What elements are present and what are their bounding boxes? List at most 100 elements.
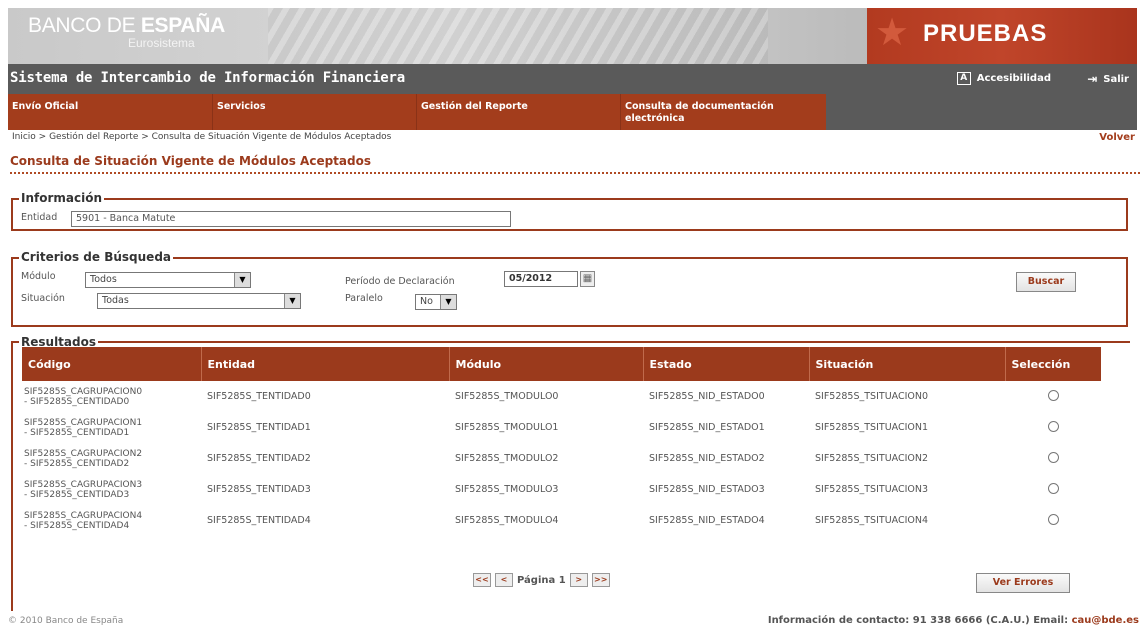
chevron-down-icon: ▼ — [440, 295, 456, 309]
title-bar: Sistema de Intercambio de Información Fi… — [8, 64, 1137, 94]
cell-situacion: SIF5285S_TSITUACION1 — [815, 422, 929, 433]
nav-divider — [416, 94, 417, 130]
modulo-label: Módulo — [21, 271, 56, 282]
periodo-label: Período de Declaración — [345, 276, 455, 287]
cell-modulo: SIF5285S_TMODULO2 — [455, 453, 559, 464]
top-banner: BANCO DE ESPAÑA Eurosistema ★ PRUEBAS — [8, 8, 1137, 64]
codigo-line1: SIF5285S_CAGRUPACION4 — [24, 510, 143, 521]
informacion-panel: Información Entidad 5901 - Banca Matute — [11, 191, 1128, 231]
table-row: SIF5285S_CAGRUPACION1- SIF5285S_CENTIDAD… — [22, 412, 1101, 443]
column-header-estado[interactable]: Estado — [643, 347, 810, 381]
entidad-field: 5901 - Banca Matute — [71, 211, 511, 227]
periodo-field[interactable]: 05/2012 — [504, 271, 578, 287]
row-select-radio[interactable] — [1047, 482, 1059, 494]
cell-modulo: SIF5285S_TMODULO0 — [455, 391, 559, 402]
row-select-radio[interactable] — [1047, 451, 1059, 463]
prev-page-button[interactable]: < — [495, 573, 513, 587]
column-header-modulo[interactable]: Módulo — [449, 347, 644, 381]
banco-espana-logo: BANCO DE ESPAÑA Eurosistema — [28, 14, 225, 50]
first-page-button[interactable]: << — [473, 573, 491, 587]
row-select-radio[interactable] — [1047, 513, 1059, 525]
accessibility-link[interactable]: A Accesibilidad — [956, 72, 1051, 85]
cell-entidad: SIF5285S_TENTIDAD0 — [207, 391, 311, 402]
nav-divider — [212, 94, 213, 130]
row-select-radio[interactable] — [1047, 389, 1059, 401]
cell-situacion: SIF5285S_TSITUACION4 — [815, 515, 929, 526]
nav-item-consulta-documentacion[interactable]: Consulta de documentación electrónica — [625, 101, 815, 125]
column-header-codigo[interactable]: Código — [22, 347, 202, 381]
modulo-select[interactable]: Todos ▼ — [85, 272, 251, 288]
codigo-line1: SIF5285S_CAGRUPACION2 — [24, 448, 143, 459]
nav-item-servicios[interactable]: Servicios — [217, 101, 266, 113]
table-row: SIF5285S_CAGRUPACION2- SIF5285S_CENTIDAD… — [22, 443, 1101, 474]
criterios-panel: Criterios de Búsqueda Módulo Todos ▼ Sit… — [11, 250, 1128, 327]
modulo-value: Todos — [90, 274, 117, 285]
column-header-situacion[interactable]: Situación — [809, 347, 1006, 381]
cell-estado: SIF5285S_NID_ESTADO0 — [649, 391, 765, 402]
cell-seleccion — [1005, 412, 1101, 443]
nav-menu: Envío Oficial Servicios Gestión del Repo… — [8, 94, 826, 130]
chevron-down-icon: ▼ — [234, 273, 250, 287]
pagination: << < Página 1 > >> — [473, 573, 610, 587]
cell-entidad: SIF5285S_TENTIDAD1 — [207, 422, 311, 433]
main-nav: Envío Oficial Servicios Gestión del Repo… — [8, 94, 1137, 130]
calendar-icon[interactable]: ▦ — [580, 271, 595, 287]
informacion-legend: Información — [19, 191, 105, 205]
cell-modulo: SIF5285S_TMODULO1 — [455, 422, 559, 433]
results-table: Código Entidad Módulo Estado Situación S… — [22, 347, 1101, 536]
cell-codigo: SIF5285S_CAGRUPACION0- SIF5285S_CENTIDAD… — [22, 381, 201, 412]
exit-link[interactable]: ⇥ Salir — [1087, 72, 1129, 86]
cell-seleccion — [1005, 381, 1101, 412]
cell-seleccion — [1005, 474, 1101, 505]
row-select-radio[interactable] — [1047, 420, 1059, 432]
chevron-down-icon: ▼ — [284, 294, 300, 308]
cell-codigo: SIF5285S_CAGRUPACION4- SIF5285S_CENTIDAD… — [22, 505, 201, 536]
next-page-button[interactable]: > — [569, 573, 588, 587]
cell-codigo: SIF5285S_CAGRUPACION2- SIF5285S_CENTIDAD… — [22, 443, 201, 474]
breadcrumb[interactable]: Inicio > Gestión del Reporte > Consulta … — [12, 132, 391, 142]
cell-estado: SIF5285S_NID_ESTADO3 — [649, 484, 765, 495]
logo-subtitle: Eurosistema — [128, 36, 195, 50]
cell-situacion: SIF5285S_TSITUACION0 — [815, 391, 929, 402]
situacion-select[interactable]: Todas ▼ — [97, 293, 301, 309]
nav-divider — [620, 94, 621, 130]
environment-label: PRUEBAS — [923, 20, 1048, 47]
paralelo-label: Paralelo — [345, 293, 383, 304]
page-title: Consulta de Situación Vigente de Módulos… — [10, 154, 371, 168]
paralelo-select[interactable]: No ▼ — [415, 294, 457, 310]
codigo-line2: - SIF5285S_CENTIDAD0 — [24, 396, 130, 407]
footer-contact: Información de contacto: 91 338 6666 (C.… — [768, 615, 1139, 626]
volver-link[interactable]: Volver — [1099, 132, 1135, 143]
cell-entidad: SIF5285S_TENTIDAD2 — [207, 453, 311, 464]
exit-icon: ⇥ — [1087, 72, 1098, 86]
cell-estado: SIF5285S_NID_ESTADO2 — [649, 453, 765, 464]
cell-estado: SIF5285S_NID_ESTADO1 — [649, 422, 765, 433]
situacion-value: Todas — [102, 295, 129, 306]
footer-copyright: © 2010 Banco de España — [8, 616, 124, 626]
table-row: SIF5285S_CAGRUPACION4- SIF5285S_CENTIDAD… — [22, 505, 1101, 536]
column-header-seleccion: Selección — [1005, 347, 1101, 381]
accessibility-icon: A — [956, 72, 971, 85]
table-row: SIF5285S_CAGRUPACION0- SIF5285S_CENTIDAD… — [22, 381, 1101, 412]
contact-email-link[interactable]: cau@bde.es — [1072, 615, 1139, 626]
exit-label: Salir — [1103, 73, 1129, 85]
buscar-button[interactable]: Buscar — [1016, 272, 1076, 292]
cell-estado: SIF5285S_NID_ESTADO4 — [649, 515, 765, 526]
table-row: SIF5285S_CAGRUPACION3- SIF5285S_CENTIDAD… — [22, 474, 1101, 505]
cell-situacion: SIF5285S_TSITUACION2 — [815, 453, 929, 464]
page-indicator: Página 1 — [517, 574, 566, 586]
contact-text: Información de contacto: 91 338 6666 (C.… — [767, 615, 1072, 626]
last-page-button[interactable]: >> — [591, 573, 610, 587]
system-title: Sistema de Intercambio de Información Fi… — [10, 70, 405, 86]
table-header-row: Código Entidad Módulo Estado Situación S… — [22, 347, 1101, 381]
nav-item-envio-oficial[interactable]: Envío Oficial — [12, 101, 78, 113]
ver-errores-button[interactable]: Ver Errores — [976, 573, 1070, 593]
nav-item-gestion-reporte[interactable]: Gestión del Reporte — [421, 101, 528, 113]
cell-entidad: SIF5285S_TENTIDAD4 — [207, 515, 311, 526]
banner-decoration — [268, 8, 768, 64]
environment-badge: ★ PRUEBAS — [867, 8, 1137, 64]
codigo-line2: - SIF5285S_CENTIDAD2 — [24, 458, 130, 469]
entidad-label: Entidad — [21, 212, 58, 223]
column-header-entidad[interactable]: Entidad — [201, 347, 450, 381]
cell-seleccion — [1005, 443, 1101, 474]
